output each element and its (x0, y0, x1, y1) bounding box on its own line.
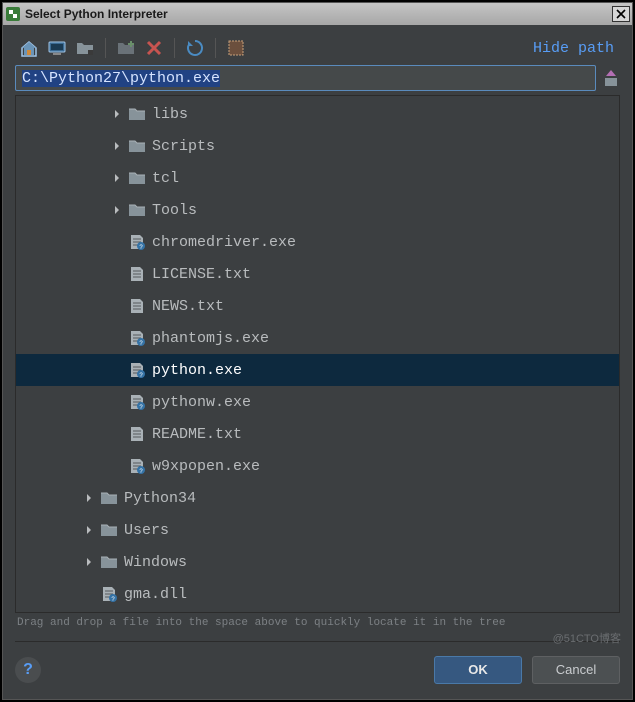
tree-row[interactable]: ? python.exe (16, 354, 619, 386)
path-input[interactable] (22, 70, 589, 87)
tree-row-label: README.txt (152, 426, 242, 443)
file-unknown-icon: ? (128, 394, 146, 410)
project-dir-button[interactable] (73, 36, 97, 60)
file-tree[interactable]: libs Scripts tcl Tools? chromedriver.exe LICE… (16, 96, 619, 612)
disclosure-placeholder (110, 427, 124, 441)
tree-row-label: chromedriver.exe (152, 234, 296, 251)
path-input-container[interactable] (15, 65, 596, 91)
tree-row[interactable]: NEWS.txt (16, 290, 619, 322)
tree-row[interactable]: ? pythonw.exe (16, 386, 619, 418)
toolbar-separator (105, 38, 106, 58)
tree-row[interactable]: Python34 (16, 482, 619, 514)
folder-icon (100, 490, 118, 506)
tree-row[interactable]: libs (16, 98, 619, 130)
disclosure-placeholder (110, 299, 124, 313)
tree-row[interactable]: ? chromedriver.exe (16, 226, 619, 258)
disclosure-placeholder (110, 235, 124, 249)
content-area: Hide path libs Scripts tcl Tools? chromedriv… (15, 37, 620, 629)
new-folder-button[interactable] (114, 36, 138, 60)
refresh-button[interactable] (183, 36, 207, 60)
disclosure-triangle-icon[interactable] (110, 171, 124, 185)
history-dropdown-button[interactable] (602, 66, 620, 90)
file-unknown-icon: ? (128, 330, 146, 346)
folder-icon (128, 138, 146, 154)
app-icon (5, 6, 21, 22)
tree-row-label: libs (152, 106, 188, 123)
tree-row[interactable]: ? phantomjs.exe (16, 322, 619, 354)
file-text-icon (128, 266, 146, 282)
folder-icon (128, 170, 146, 186)
disclosure-triangle-icon[interactable] (82, 555, 96, 569)
tree-row-label: Python34 (124, 490, 196, 507)
file-unknown-icon: ? (128, 362, 146, 378)
tree-row-label: Tools (152, 202, 197, 219)
tree-row[interactable]: tcl (16, 162, 619, 194)
close-button[interactable] (612, 6, 630, 22)
folder-icon (128, 106, 146, 122)
disclosure-placeholder (82, 587, 96, 601)
toolbar-separator (215, 38, 216, 58)
help-button[interactable]: ? (15, 657, 41, 683)
tree-row-label: tcl (152, 170, 179, 187)
tree-row-label: Scripts (152, 138, 215, 155)
disclosure-placeholder (110, 267, 124, 281)
hide-path-link[interactable]: Hide path (533, 40, 618, 57)
delete-button[interactable] (142, 36, 166, 60)
tree-row-label: pythonw.exe (152, 394, 251, 411)
tree-row[interactable]: README.txt (16, 418, 619, 450)
disclosure-triangle-icon[interactable] (82, 523, 96, 537)
tree-row-label: w9xpopen.exe (152, 458, 260, 475)
home-button[interactable] (17, 36, 41, 60)
cancel-button[interactable]: Cancel (532, 656, 620, 684)
tree-row-label: gma.dll (124, 586, 187, 603)
toolbar: Hide path (15, 37, 620, 65)
disclosure-placeholder (110, 395, 124, 409)
tree-row[interactable]: Tools (16, 194, 619, 226)
tree-row[interactable]: LICENSE.txt (16, 258, 619, 290)
hint-text: Drag and drop a file into the space abov… (15, 613, 620, 629)
tree-row[interactable]: Windows (16, 546, 619, 578)
show-hidden-button[interactable] (224, 36, 248, 60)
file-text-icon (128, 298, 146, 314)
file-text-icon (128, 426, 146, 442)
tree-container: libs Scripts tcl Tools? chromedriver.exe LICE… (15, 95, 620, 613)
path-row (15, 65, 620, 91)
disclosure-triangle-icon[interactable] (110, 203, 124, 217)
tree-row-label: python.exe (152, 362, 242, 379)
disclosure-placeholder (110, 331, 124, 345)
tree-row-label: Windows (124, 554, 187, 571)
tree-row-label: phantomjs.exe (152, 330, 269, 347)
tree-row[interactable]: ? w9xpopen.exe (16, 450, 619, 482)
tree-row[interactable]: Users (16, 514, 619, 546)
disclosure-triangle-icon[interactable] (82, 491, 96, 505)
titlebar-title: Select Python Interpreter (25, 7, 168, 21)
tree-row-label: Users (124, 522, 169, 539)
folder-icon (100, 522, 118, 538)
dialog-window: Select Python Interpreter (2, 2, 633, 700)
toolbar-separator (174, 38, 175, 58)
ok-button[interactable]: OK (434, 656, 522, 684)
folder-icon (100, 554, 118, 570)
file-unknown-icon: ? (100, 586, 118, 602)
disclosure-placeholder (110, 363, 124, 377)
file-unknown-icon: ? (128, 458, 146, 474)
disclosure-triangle-icon[interactable] (110, 107, 124, 121)
disclosure-placeholder (110, 459, 124, 473)
tree-row[interactable]: ? gma.dll (16, 578, 619, 610)
footer: ? OK Cancel (15, 641, 620, 687)
disclosure-triangle-icon[interactable] (110, 139, 124, 153)
titlebar: Select Python Interpreter (3, 3, 632, 25)
tree-row-label: NEWS.txt (152, 298, 224, 315)
folder-icon (128, 202, 146, 218)
tree-row-label: LICENSE.txt (152, 266, 251, 283)
file-unknown-icon: ? (128, 234, 146, 250)
desktop-button[interactable] (45, 36, 69, 60)
tree-row[interactable]: Scripts (16, 130, 619, 162)
